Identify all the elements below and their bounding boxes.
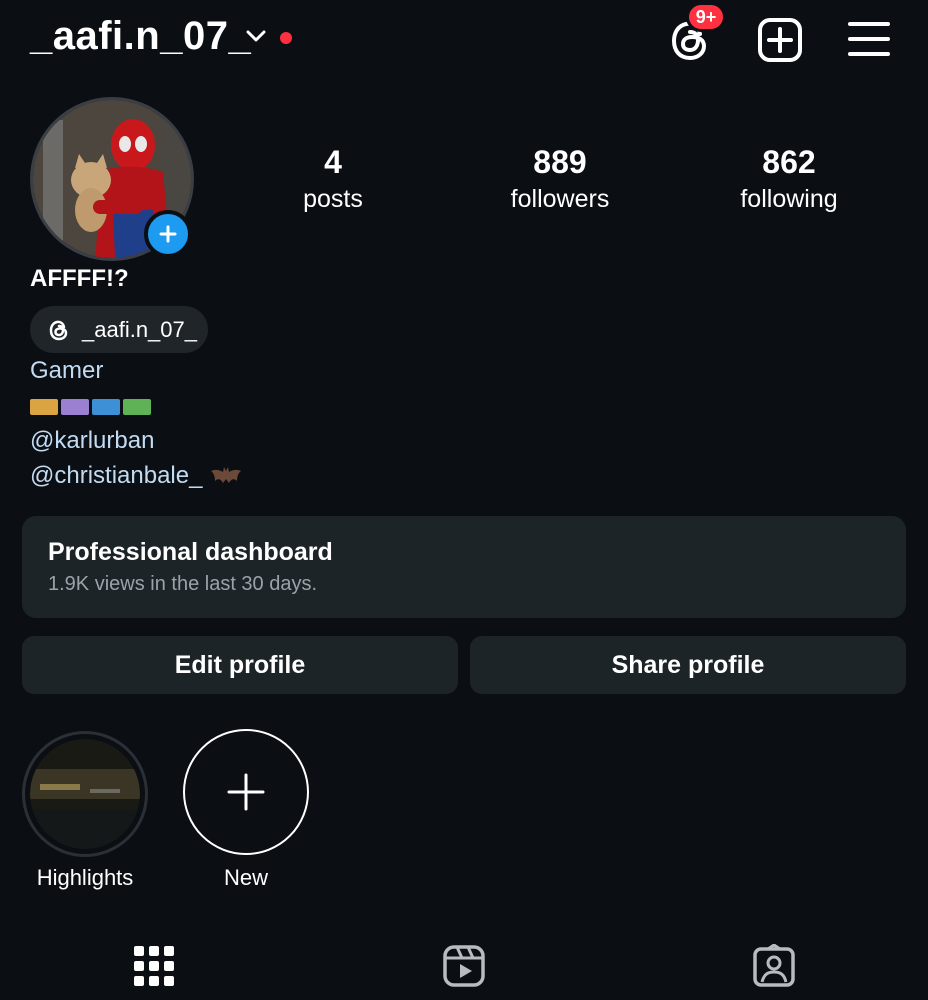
stat-followers[interactable]: 889 followers [460, 142, 660, 216]
highlight-cover [22, 731, 148, 857]
yen-banknote-icon [30, 399, 58, 415]
bio-money-emojis [30, 399, 151, 415]
followers-label: followers [510, 185, 610, 213]
threads-notification-badge: 9+ [686, 2, 726, 32]
notification-dot [280, 32, 292, 44]
new-highlight-button[interactable] [183, 729, 309, 855]
highlight-label: Highlights [36, 865, 134, 890]
bio-category[interactable]: Gamer [30, 357, 103, 385]
dashboard-subtitle: 1.9K views in the last 30 days. [48, 573, 318, 595]
threads-icon [49, 320, 68, 340]
grid-icon[interactable] [132, 944, 176, 988]
new-post-icon[interactable] [756, 16, 804, 64]
hamburger-menu-icon[interactable] [848, 18, 890, 60]
plus-icon [159, 225, 177, 243]
highlight-item[interactable] [22, 731, 148, 857]
followers-count: 889 [533, 144, 587, 180]
profile-username[interactable]: _aafi.n_07_ [30, 14, 251, 59]
following-count: 862 [762, 144, 816, 180]
bio-mention-karlurban[interactable]: @karlurban [30, 427, 154, 455]
posts-label: posts [303, 185, 363, 213]
display-name: AFFFF!? [30, 265, 129, 292]
euro-banknote-icon [92, 399, 120, 415]
dashboard-title: Professional dashboard [48, 538, 333, 566]
tagged-icon[interactable] [752, 944, 796, 988]
plus-icon [227, 773, 265, 811]
posts-count: 4 [324, 144, 342, 180]
stat-following[interactable]: 862 following [689, 142, 889, 216]
highlight-image [30, 739, 140, 849]
threads-handle: _aafi.n_07_ [82, 316, 197, 342]
new-highlight-label: New [223, 865, 268, 890]
professional-dashboard-card[interactable]: Professional dashboard 1.9K views in the… [22, 516, 906, 618]
edit-profile-button[interactable]: Edit profile [22, 636, 458, 694]
bat-icon [211, 467, 242, 483]
share-profile-button[interactable]: Share profile [470, 636, 906, 694]
stat-posts[interactable]: 4 posts [233, 142, 433, 216]
dollar-banknote-icon [123, 399, 151, 415]
following-label: following [740, 185, 838, 213]
reels-icon[interactable] [442, 944, 486, 988]
bio-mention-row: @christianbale_ [30, 462, 242, 490]
bio-mention-christianbale[interactable]: @christianbale_ [30, 462, 202, 490]
threads-profile-chip[interactable]: _aafi.n_07_ [30, 306, 208, 353]
add-story-button[interactable] [144, 210, 192, 258]
chevron-down-icon[interactable] [244, 24, 268, 48]
pound-banknote-icon [61, 399, 89, 415]
